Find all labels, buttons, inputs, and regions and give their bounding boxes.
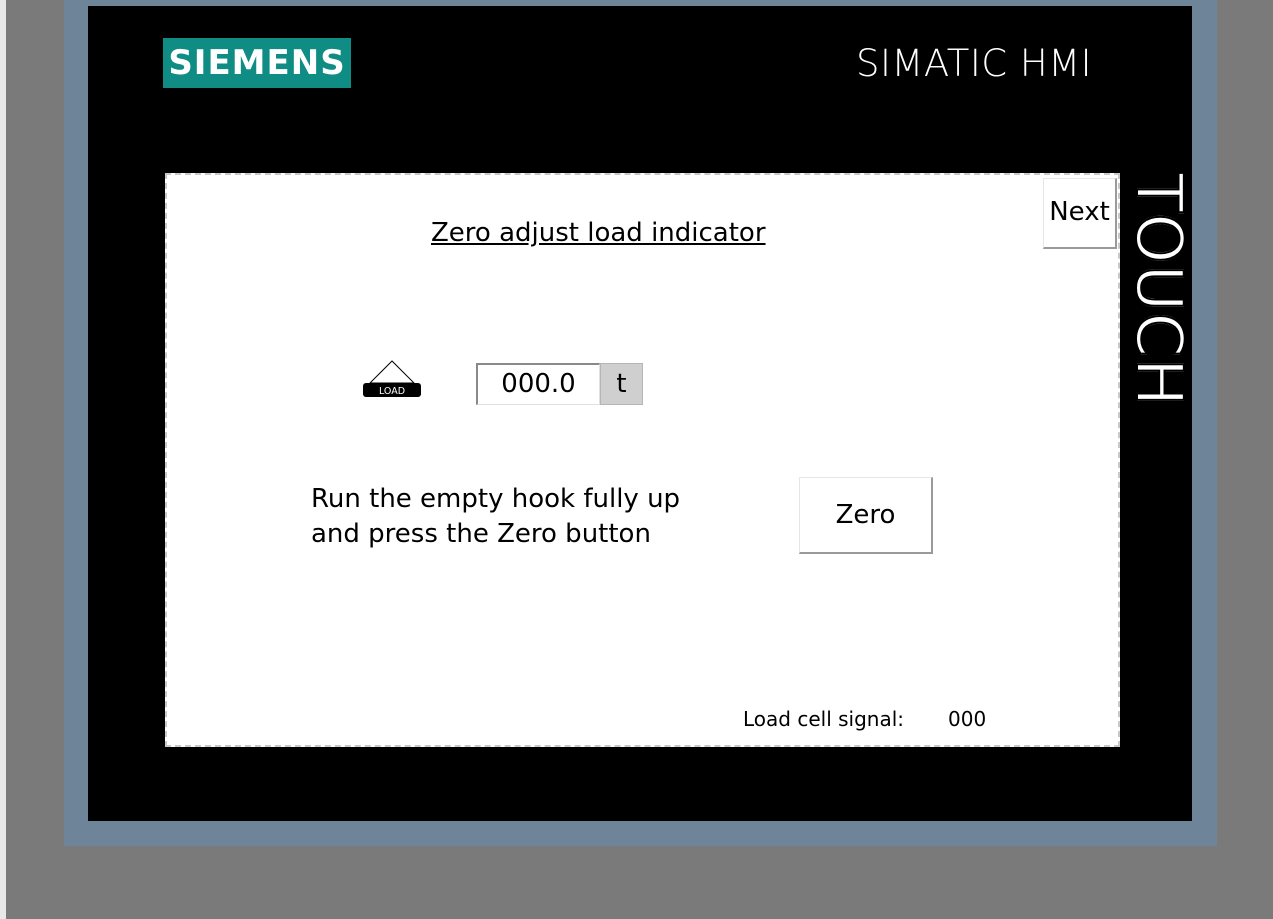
load-value-field: 000.0 bbox=[476, 363, 600, 405]
zero-button[interactable]: Zero bbox=[799, 477, 933, 554]
load-icon-text: LOAD bbox=[379, 386, 405, 397]
next-button[interactable]: Next bbox=[1043, 178, 1117, 249]
hmi-screen bbox=[165, 173, 1120, 747]
window-edge bbox=[0, 0, 6, 919]
touch-label-area: TOUCH bbox=[1120, 173, 1192, 423]
touch-label: TOUCH bbox=[1120, 173, 1192, 408]
load-cell-signal-label: Load cell signal: bbox=[743, 707, 905, 731]
instruction-line-1: Run the empty hook fully up bbox=[311, 484, 681, 514]
load-weight-icon: LOAD bbox=[361, 358, 423, 400]
product-name: SIMATIC HMI bbox=[856, 42, 1093, 85]
instruction-text: Run the empty hook fully up and press th… bbox=[311, 482, 731, 552]
load-cell-signal-value: 000 bbox=[948, 707, 987, 731]
load-unit-label: t bbox=[600, 363, 643, 405]
instruction-line-2: and press the Zero button bbox=[311, 519, 651, 549]
page-title: Zero adjust load indicator bbox=[431, 218, 766, 248]
siemens-logo: SIEMENS bbox=[163, 38, 351, 88]
hmi-panel: SIEMENS SIMATIC HMI TOUCH Next Zero adju… bbox=[0, 0, 1273, 919]
